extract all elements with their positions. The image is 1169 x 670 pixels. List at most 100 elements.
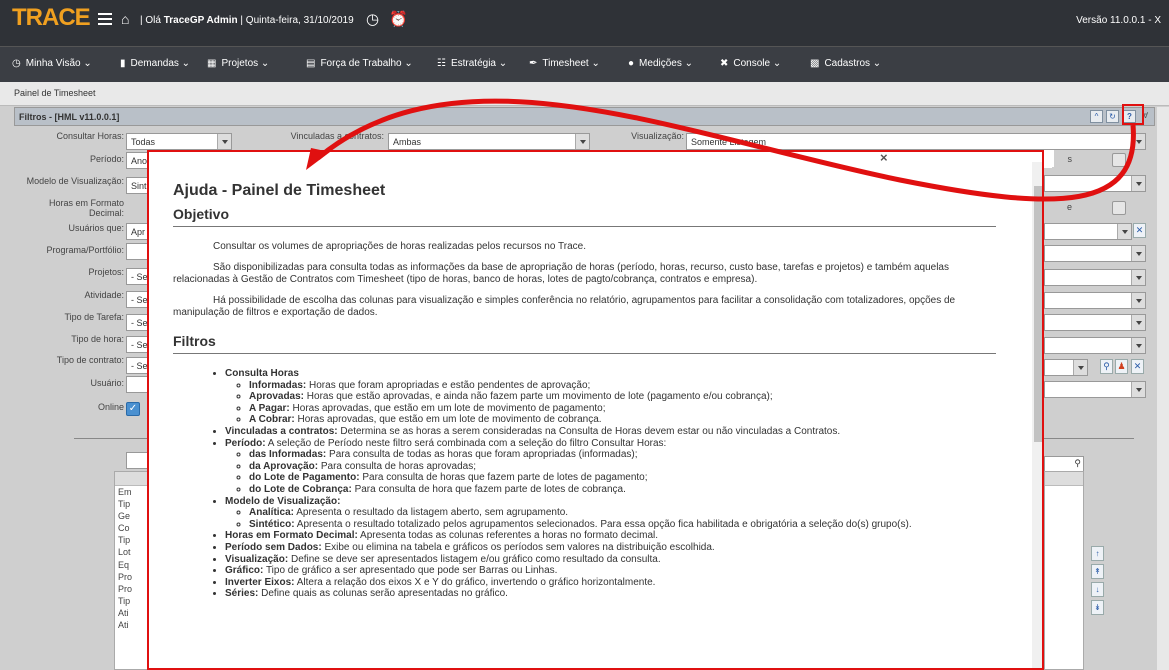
- help-subitem-term: Sintético:: [249, 518, 295, 530]
- chevron-down-icon[interactable]: [1131, 315, 1145, 330]
- collapse-icon[interactable]: ^: [1090, 110, 1103, 123]
- help-subitem-term: do Lote de Cobrança:: [249, 483, 352, 495]
- help-subitem: Aprovadas: Horas que estão aprovadas, e …: [249, 391, 996, 403]
- right-select-7[interactable]: [1044, 337, 1146, 354]
- nav-medicoes[interactable]: ● Medições ⌄: [628, 58, 693, 69]
- tab-row: Painel de Timesheet: [0, 82, 1169, 106]
- help-title: Ajuda - Painel de Timesheet: [173, 182, 386, 199]
- right-select-8[interactable]: [1044, 359, 1088, 376]
- chevron-down-icon[interactable]: [1131, 382, 1145, 397]
- help-subitem: Sintético: Apresenta o resultado totaliz…: [249, 519, 996, 531]
- periodo-label: Período:: [89, 154, 124, 164]
- help-item-desc: A seleção de Período neste filtro será c…: [265, 437, 667, 449]
- help-item-term: Consulta Horas: [225, 368, 299, 379]
- version-label: Versão 11.0.0.1 - X: [1076, 15, 1161, 26]
- toggle-checkbox[interactable]: [1112, 201, 1126, 215]
- refresh-icon[interactable]: ↻: [1106, 110, 1119, 123]
- chevron-down-icon[interactable]: [1131, 338, 1145, 353]
- chevron-down-icon[interactable]: [1131, 293, 1145, 308]
- move-up-icon[interactable]: ↑: [1091, 546, 1104, 561]
- nav-minha-visao[interactable]: ◷ Minha Visão ⌄: [12, 58, 92, 69]
- page-scrollbar[interactable]: [1157, 107, 1169, 670]
- help-content: Ajuda - Painel de Timesheet Objetivo Con…: [173, 182, 996, 600]
- dashboard-icon: ◷: [12, 58, 21, 69]
- clock-icon[interactable]: ◷: [366, 10, 379, 28]
- chevron-down-icon[interactable]: [1131, 246, 1145, 261]
- objetivo-paragraph-1: Consultar os volumes de apropriações de …: [213, 241, 586, 252]
- selected-columns-list[interactable]: [1044, 471, 1084, 670]
- search-icon[interactable]: ⚲: [1100, 359, 1113, 374]
- visualizacao-select[interactable]: Somente Listagem: [686, 133, 1146, 150]
- tipo-tarefa-label: Tipo de Tarefa:: [64, 312, 124, 322]
- hamburger-menu-icon[interactable]: [98, 13, 112, 25]
- nav-timesheet[interactable]: ✒ Timesheet ⌄: [529, 58, 600, 69]
- vinculadas-label: Vinculadas a contratos:: [290, 131, 384, 141]
- nav-demandas[interactable]: ▮ Demandas ⌄: [120, 58, 190, 69]
- help-item: Séries: Define quais as colunas serão ap…: [225, 588, 996, 600]
- clear-icon[interactable]: ✕: [1131, 359, 1144, 374]
- help-item-desc: Tipo de gráfico a ser apresentado que po…: [263, 565, 558, 577]
- nav-estrategia[interactable]: ☷ Estratégia ⌄: [437, 58, 507, 69]
- help-item-desc: Altera a relação dos eixos X e Y do gráf…: [294, 576, 656, 588]
- help-subitem-term: Informadas:: [249, 379, 307, 391]
- help-item-term: Horas em Formato Decimal:: [225, 530, 358, 542]
- help-sublist: das Informadas: Para consulta de todas a…: [249, 449, 996, 495]
- right-select-2[interactable]: [1044, 223, 1132, 240]
- help-item-desc: Exibe ou elimina na tabela e gráficos os…: [321, 541, 715, 553]
- nav-cadastros[interactable]: ▩ Cadastros ⌄: [810, 58, 881, 69]
- right-select-1[interactable]: [1044, 175, 1146, 192]
- nav-forca-trabalho[interactable]: ▤ Força de Trabalho ⌄: [306, 58, 413, 69]
- help-item: Visualização: Define se deve ser apresen…: [225, 554, 996, 566]
- help-item: Horas em Formato Decimal: Apresenta toda…: [225, 530, 996, 542]
- vinculadas-select[interactable]: Ambas: [388, 133, 590, 150]
- help-subitem-desc: Para consulta de hora que fazem parte de…: [351, 483, 626, 495]
- search-icon[interactable]: ⚲: [1074, 458, 1081, 469]
- nav-projetos[interactable]: ▦ Projetos ⌄: [207, 58, 269, 69]
- home-icon[interactable]: ⌂: [121, 11, 129, 27]
- online-checkbox[interactable]: ✓: [126, 402, 140, 416]
- chevron-down-icon[interactable]: [1117, 224, 1131, 239]
- right-select-3[interactable]: [1044, 245, 1146, 262]
- chevron-down-icon[interactable]: [1131, 270, 1145, 285]
- help-icon[interactable]: ?: [1123, 110, 1136, 123]
- help-modal: Ajuda - Painel de Timesheet Objetivo Con…: [147, 150, 1044, 670]
- help-subitem: do Lote de Pagamento: Para consulta de h…: [249, 472, 996, 484]
- help-subitem-term: do Lote de Pagamento:: [249, 472, 360, 484]
- move-bottom-icon[interactable]: ↡: [1091, 600, 1104, 615]
- nav-label: Cadastros ⌄: [824, 58, 882, 69]
- clear-icon[interactable]: ✕: [1133, 223, 1146, 238]
- select-value: Somente Listagem: [691, 137, 767, 147]
- right-select-5[interactable]: [1044, 292, 1146, 309]
- help-subitem: A Cobrar: Horas aprovadas, que estão em …: [249, 414, 996, 426]
- chevron-down-icon[interactable]: [1131, 134, 1145, 149]
- right-select-4[interactable]: [1044, 269, 1146, 286]
- chevron-down-icon[interactable]: [1131, 176, 1145, 191]
- timesheet-icon: ✒: [529, 58, 538, 69]
- nav-console[interactable]: ✖ Console ⌄: [720, 58, 781, 69]
- modelo-visualizacao-label: Modelo de Visualização:: [26, 176, 124, 186]
- chevron-down-icon[interactable]: [1073, 360, 1087, 375]
- help-item-term: Séries:: [225, 588, 259, 600]
- modal-scrollbar-thumb[interactable]: [1034, 186, 1042, 442]
- help-item-term: Modelo de Visualização:: [225, 495, 341, 507]
- help-subitem-term: da Aprovação:: [249, 460, 319, 472]
- help-item-term: Período:: [225, 437, 266, 449]
- nav-label: Estratégia ⌄: [450, 58, 508, 69]
- nav-label: Projetos ⌄: [221, 58, 270, 69]
- move-down-icon[interactable]: ↓: [1091, 582, 1104, 597]
- user-name: TraceGP Admin: [163, 15, 238, 26]
- help-item: Vinculadas a contratos: Determina se as …: [225, 426, 996, 438]
- tab-painel-timesheet[interactable]: Painel de Timesheet: [14, 88, 96, 98]
- filter-icon[interactable]: ∀: [1139, 110, 1152, 123]
- right-select-9[interactable]: [1044, 381, 1146, 398]
- help-subitem-desc: Horas que foram apropriadas e estão pend…: [306, 379, 591, 391]
- consultar-horas-select[interactable]: Todas: [126, 133, 232, 150]
- alarm-clock-icon[interactable]: ⏰: [389, 10, 408, 28]
- close-icon[interactable]: ×: [880, 150, 888, 165]
- app-logo[interactable]: TRACE: [12, 4, 91, 32]
- user-icon[interactable]: ♟: [1115, 359, 1128, 374]
- right-select-6[interactable]: [1044, 314, 1146, 331]
- chevron-down-icon[interactable]: [217, 134, 231, 149]
- move-top-icon[interactable]: ↟: [1091, 564, 1104, 579]
- help-item-desc: Define se deve ser apresentados listagem…: [288, 553, 661, 565]
